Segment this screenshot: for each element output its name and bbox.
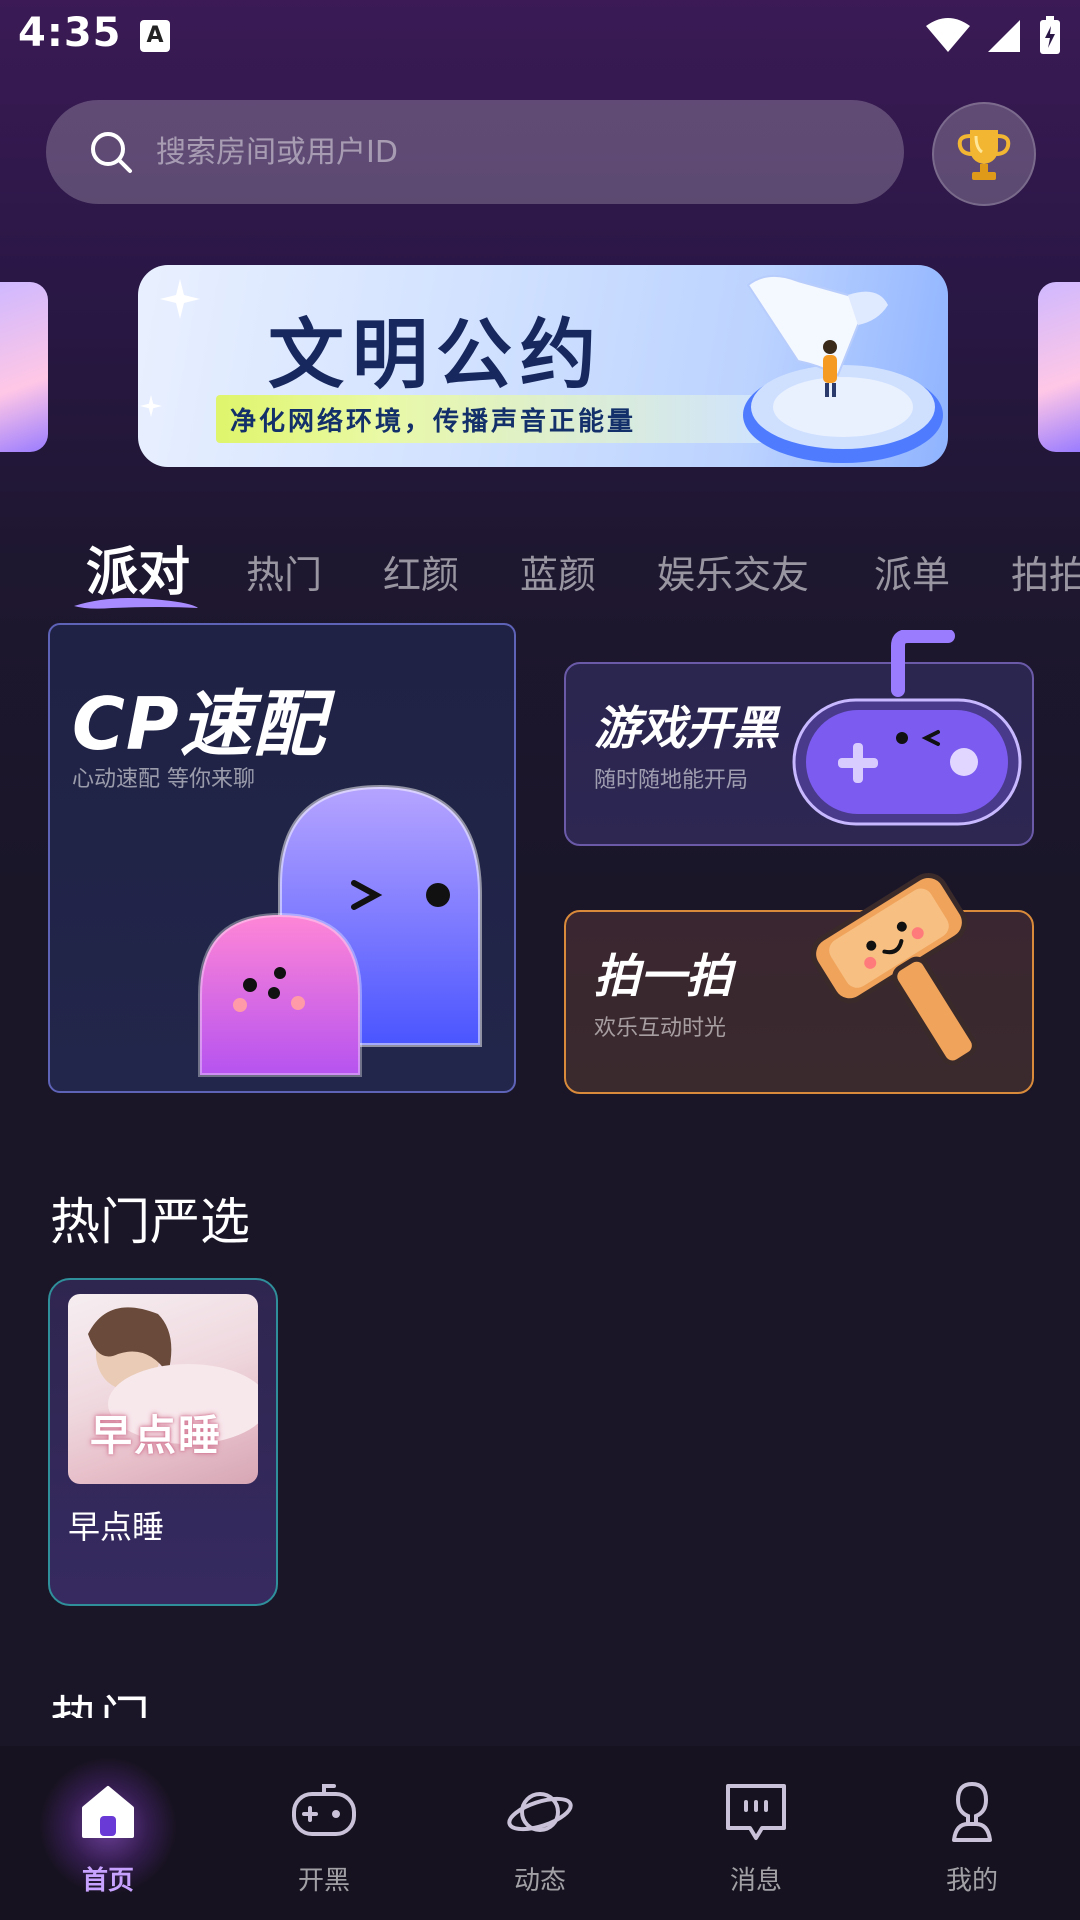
gamepad-icon — [292, 1784, 356, 1836]
tab-blue[interactable]: 蓝颜 — [520, 544, 596, 599]
message-icon — [726, 1784, 786, 1840]
nav-messages[interactable]: 消息 — [648, 1746, 864, 1920]
pat-subtitle: 欢乐互动时光 — [594, 1016, 727, 1041]
gamepad-illustration-icon — [792, 630, 1022, 826]
wifi-icon — [926, 18, 970, 52]
room-card[interactable]: 早点睡 早点睡 — [48, 1278, 278, 1606]
signal-icon — [988, 20, 1020, 52]
home-icon — [82, 1786, 134, 1838]
tab-dispatch[interactable]: 派单 — [874, 544, 950, 599]
nav-game[interactable]: 开黑 — [216, 1746, 432, 1920]
room-name: 早点睡 — [68, 1508, 165, 1546]
trophy-icon — [957, 130, 1011, 180]
nav-game-label: 开黑 — [297, 1866, 350, 1896]
banner-subtitle: 净化网络环境，传播声音正能量 — [230, 406, 637, 437]
nav-moments[interactable]: 动态 — [432, 1746, 648, 1920]
battery-icon — [1040, 16, 1060, 54]
game-title: 游戏开黑 — [594, 701, 778, 755]
banner-slide[interactable]: 文明公约 净化网络环境，传播声音正能量 — [138, 265, 948, 467]
tab-entertainment[interactable]: 娱乐交友 — [657, 544, 809, 599]
pat-card[interactable]: 拍一拍 欢乐互动时光 — [564, 873, 1034, 1094]
nav-profile-label: 我的 — [945, 1866, 998, 1896]
nav-home-label: 首页 — [81, 1866, 134, 1896]
cp-title: CP速配 — [72, 682, 326, 766]
pat-title: 拍一拍 — [594, 949, 732, 1003]
search-input[interactable] — [154, 133, 858, 171]
game-card[interactable]: 游戏开黑 随时随地能开局 — [564, 630, 1034, 846]
banner-next-peek[interactable] — [1038, 282, 1080, 452]
nav-moments-label: 动态 — [513, 1866, 566, 1896]
leaderboard-button[interactable] — [932, 102, 1036, 206]
scroll-illustration — [743, 274, 943, 463]
hammer-illustration-icon — [811, 873, 977, 1066]
section-title-hot-picks: 热门严选 — [50, 1193, 250, 1251]
banner-subtitle-strip: 净化网络环境，传播声音正能量 — [216, 395, 770, 443]
cp-match-card[interactable]: CP速配 心动速配 等你来聊 — [48, 623, 516, 1093]
sparkle-icon — [160, 279, 200, 319]
nav-profile[interactable]: 我的 — [864, 1746, 1080, 1920]
banner-title: 文明公约 — [268, 310, 604, 399]
tab-red[interactable]: 红颜 — [383, 544, 459, 599]
section-title-hot-peek: 热门 — [50, 1690, 150, 1718]
category-tabs: 派对 热门 红颜 蓝颜 娱乐交友 派单 拍拍 — [0, 520, 1080, 610]
search-bar[interactable] — [46, 100, 904, 204]
room-thumbnail: 早点睡 — [68, 1294, 258, 1484]
status-time: 4:35 — [18, 10, 122, 56]
room-cover-title: 早点睡 — [90, 1411, 223, 1460]
nav-home[interactable]: 首页 — [0, 1746, 216, 1920]
game-subtitle: 随时随地能开局 — [594, 768, 749, 793]
tab-active-underline — [74, 598, 198, 609]
planet-icon — [507, 1792, 573, 1832]
sparkle-icon — [140, 395, 162, 417]
status-bar: 4:35 A — [0, 0, 1080, 74]
app-notification-icon: A — [140, 20, 170, 52]
banner-prev-peek[interactable] — [0, 282, 48, 452]
search-icon — [91, 132, 132, 173]
ghost-mascot-icon — [198, 785, 482, 1077]
tab-hot[interactable]: 热门 — [246, 544, 322, 599]
profile-icon — [952, 1781, 992, 1842]
status-icons — [926, 14, 1062, 58]
bottom-navigation: 首页 开黑 动态 消息 我的 — [0, 1746, 1080, 1920]
nav-messages-label: 消息 — [729, 1866, 782, 1896]
tab-pat[interactable]: 拍拍 — [1011, 544, 1080, 599]
